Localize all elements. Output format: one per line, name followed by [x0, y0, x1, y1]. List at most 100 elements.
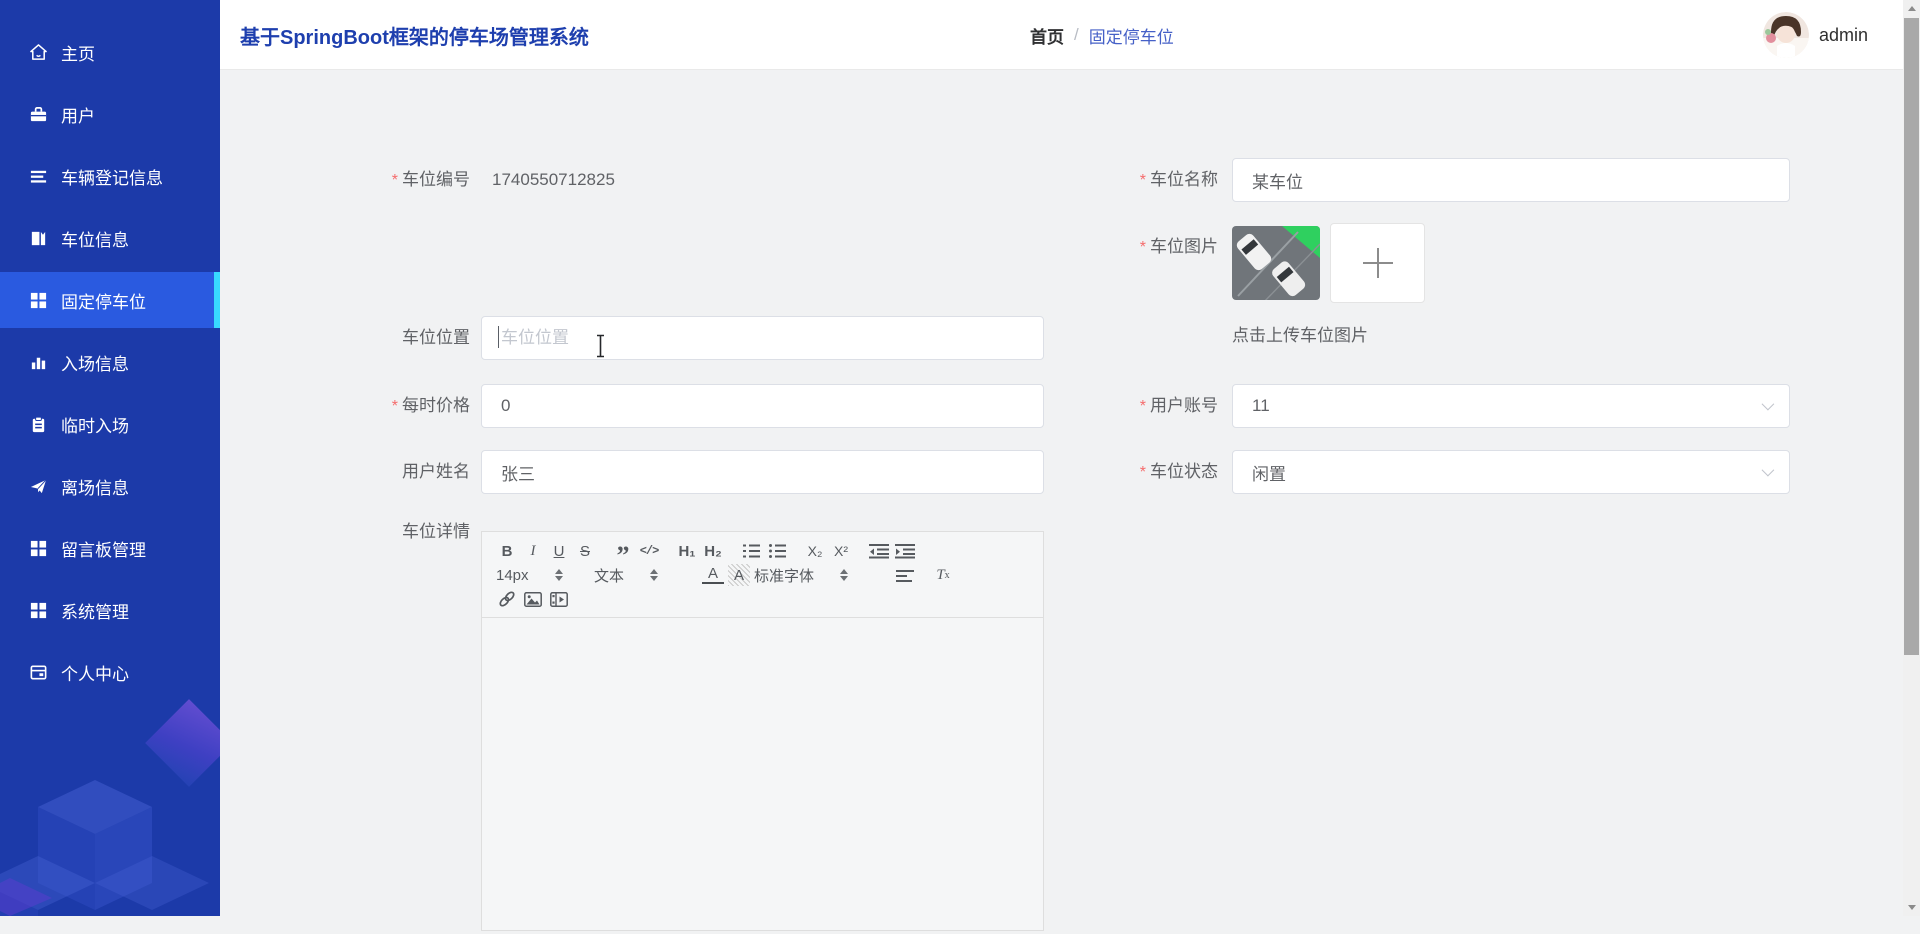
sidebar-item-label: 用户: [61, 102, 95, 127]
sidebar-item-personal-center[interactable]: 个人中心: [0, 644, 220, 700]
parking-location-input[interactable]: [482, 317, 1043, 359]
outdent-button[interactable]: [868, 540, 890, 562]
upload-hint: 点击上传车位图片: [1232, 321, 1368, 346]
bold-button[interactable]: B: [496, 540, 518, 562]
grid-icon: [28, 600, 48, 620]
app-title: 基于SpringBoot框架的停车场管理系统: [240, 0, 589, 70]
ordered-list-button[interactable]: [740, 540, 762, 562]
sidebar-item-label: 车位信息: [61, 226, 129, 251]
picker-arrows-icon: [555, 569, 563, 581]
underline-button[interactable]: U: [548, 540, 570, 562]
subscript-button[interactable]: X₂: [804, 540, 826, 562]
field-label-user-name: 用户姓名: [300, 460, 470, 484]
code-block-button[interactable]: </>: [638, 540, 660, 562]
editor-content[interactable]: [482, 618, 1043, 934]
paper-plane-icon: [28, 476, 48, 496]
field-label-user-account: *用户账号: [1048, 394, 1218, 419]
font-family-value: 标准字体: [754, 565, 814, 586]
text-caret: [498, 326, 499, 348]
blockquote-button[interactable]: ”: [612, 540, 634, 562]
home-icon: [28, 42, 48, 62]
sidebar-item-system-management[interactable]: 系统管理: [0, 582, 220, 638]
font-size-picker[interactable]: 14px: [496, 567, 584, 584]
breadcrumb: 首页 / 固定停车位: [1030, 0, 1174, 70]
italic-button[interactable]: I: [522, 540, 544, 562]
field-label-parking-status: *车位状态: [1048, 460, 1218, 485]
chevron-down-icon: [1762, 398, 1775, 411]
sidebar-item-entry-info[interactable]: 入场信息: [0, 334, 220, 390]
text-color-button[interactable]: A: [702, 566, 724, 584]
user-name: admin: [1819, 25, 1868, 46]
indent-button[interactable]: [894, 540, 916, 562]
sidebar-item-label: 个人中心: [61, 660, 129, 685]
user-account-value: 11: [1252, 396, 1270, 416]
grid-icon: [28, 538, 48, 558]
required-mark: *: [1140, 172, 1146, 189]
field-label-parking-location: 车位位置: [300, 326, 470, 350]
font-family-picker[interactable]: 标准字体: [754, 565, 872, 586]
window-icon: [28, 662, 48, 682]
picker-arrows-icon: [840, 569, 848, 581]
sidebar-item-label: 系统管理: [61, 598, 129, 623]
sidebar-item-temporary-entry[interactable]: 临时入场: [0, 396, 220, 452]
user-name-input[interactable]: [482, 451, 1043, 493]
strikethrough-button[interactable]: S: [574, 540, 596, 562]
superscript-button[interactable]: X²: [830, 540, 852, 562]
sidebar-item-label: 留言板管理: [61, 536, 146, 561]
page: { "app": { "title": "基于SpringBoot框架的停车场管…: [0, 0, 1920, 916]
bar-chart-icon: [28, 352, 48, 372]
parking-name-input[interactable]: [1233, 159, 1789, 201]
parking-status-value: 闲置: [1252, 460, 1286, 485]
hourly-price-input[interactable]: [482, 385, 1043, 427]
sidebar-item-label: 车辆登记信息: [61, 164, 163, 189]
sidebar-item-label: 临时入场: [61, 412, 129, 437]
main-content: *车位编号 1740550712825 *车位名称 *车位图片 点击上: [220, 70, 1903, 916]
decorative-cubes: [0, 760, 220, 916]
sidebar-item-label: 主页: [61, 40, 95, 65]
sidebar-item-fixed-parking[interactable]: 固定停车位: [0, 272, 220, 328]
field-label-hourly-price: *每时价格: [300, 394, 470, 419]
required-mark: *: [1140, 398, 1146, 415]
sidebar-item-home[interactable]: 主页: [0, 24, 220, 80]
briefcase-icon: [28, 104, 48, 124]
scrollbar-thumb[interactable]: [1904, 18, 1919, 655]
scroll-up-button[interactable]: [1903, 0, 1920, 17]
upload-button[interactable]: [1330, 223, 1425, 303]
required-mark: *: [1140, 464, 1146, 481]
parking-no-value: 1740550712825: [492, 168, 615, 192]
parking-image-thumbnail[interactable]: [1232, 226, 1320, 300]
clear-format-button[interactable]: Tx: [932, 564, 954, 586]
sidebar-item-parking-info[interactable]: 车位信息: [0, 210, 220, 266]
required-mark: *: [1140, 239, 1146, 256]
align-button[interactable]: [894, 564, 916, 586]
image-icon[interactable]: [522, 588, 544, 610]
clipboard-icon: [28, 414, 48, 434]
sidebar-item-users[interactable]: 用户: [0, 86, 220, 142]
sidebar-item-label: 入场信息: [61, 350, 129, 375]
scrollbar[interactable]: [1903, 0, 1920, 916]
editor-toolbar: B I U S ” </> H₁ H₂ X₂ X²: [482, 532, 1043, 618]
scroll-down-button[interactable]: [1903, 899, 1920, 916]
bullet-list-button[interactable]: [766, 540, 788, 562]
sidebar-item-vehicle-registration[interactable]: 车辆登记信息: [0, 148, 220, 204]
user-menu[interactable]: admin: [1763, 0, 1868, 70]
background-color-button[interactable]: A: [728, 564, 750, 586]
plus-icon: [1363, 248, 1393, 278]
breadcrumb-current: 固定停车位: [1089, 23, 1174, 48]
sidebar-item-message-board[interactable]: 留言板管理: [0, 520, 220, 576]
top-header: 基于SpringBoot框架的停车场管理系统 首页 / 固定停车位 ad: [220, 0, 1903, 70]
paragraph-style-value: 文本: [594, 565, 624, 586]
parking-status-select[interactable]: 闲置: [1232, 450, 1790, 494]
breadcrumb-home[interactable]: 首页: [1030, 23, 1064, 48]
avatar[interactable]: [1763, 12, 1809, 58]
sidebar-item-exit-info[interactable]: 离场信息: [0, 458, 220, 514]
sidebar: 主页 用户 车辆登记信息 车位信息 固定停车位 入场信息 临时入场 离场信息: [0, 0, 220, 916]
link-icon[interactable]: [496, 588, 518, 610]
video-icon[interactable]: [548, 588, 570, 610]
paragraph-style-picker[interactable]: 文本: [594, 565, 680, 586]
field-label-parking-name: *车位名称: [1048, 168, 1218, 193]
header-1-button[interactable]: H₁: [676, 540, 698, 562]
header-2-button[interactable]: H₂: [702, 540, 724, 562]
breadcrumb-separator: /: [1074, 25, 1079, 45]
user-account-select[interactable]: 11: [1232, 384, 1790, 428]
